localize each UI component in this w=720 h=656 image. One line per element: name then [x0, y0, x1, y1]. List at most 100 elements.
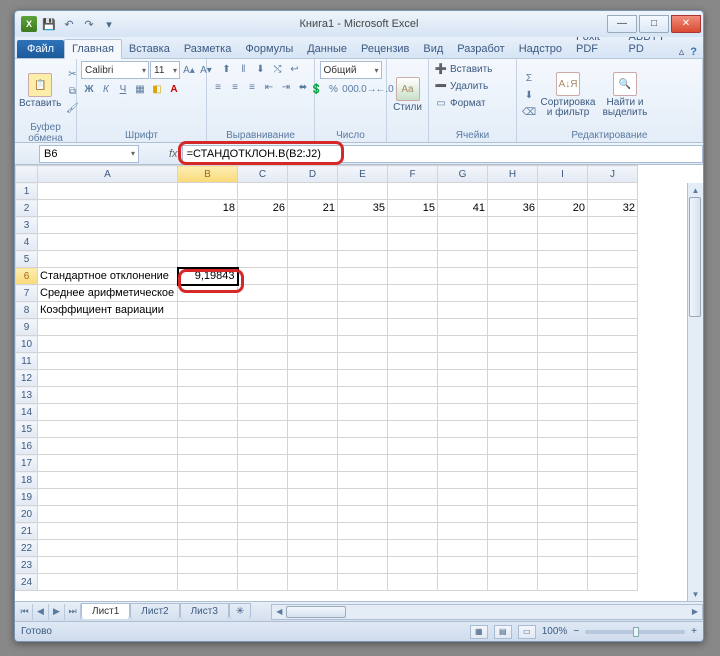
cell-B19[interactable]: [178, 489, 238, 506]
cell-I21[interactable]: [538, 523, 588, 540]
cell-B24[interactable]: [178, 574, 238, 591]
cell-A1[interactable]: [38, 183, 178, 200]
cell-E10[interactable]: [338, 336, 388, 353]
cell-C20[interactable]: [238, 506, 288, 523]
cell-G5[interactable]: [438, 251, 488, 268]
minimize-button[interactable]: —: [607, 15, 637, 33]
cell-H12[interactable]: [488, 370, 538, 387]
row-header-8[interactable]: 8: [16, 302, 38, 319]
row-header-17[interactable]: 17: [16, 455, 38, 472]
cell-G19[interactable]: [438, 489, 488, 506]
cell-H24[interactable]: [488, 574, 538, 591]
view-pagebreak-icon[interactable]: ▭: [518, 625, 536, 639]
row-header-12[interactable]: 12: [16, 370, 38, 387]
horizontal-scrollbar[interactable]: ◀ ▶: [271, 604, 703, 620]
cell-I3[interactable]: [538, 217, 588, 234]
cell-C14[interactable]: [238, 404, 288, 421]
cell-E9[interactable]: [338, 319, 388, 336]
cell-H6[interactable]: [488, 268, 538, 285]
cell-G11[interactable]: [438, 353, 488, 370]
cell-G7[interactable]: [438, 285, 488, 302]
fx-icon[interactable]: fx: [169, 148, 178, 160]
cell-G17[interactable]: [438, 455, 488, 472]
cell-C18[interactable]: [238, 472, 288, 489]
cell-A3[interactable]: [38, 217, 178, 234]
zoom-out-button[interactable]: −: [573, 626, 579, 637]
cell-F9[interactable]: [388, 319, 438, 336]
zoom-slider[interactable]: [585, 630, 685, 634]
cell-F14[interactable]: [388, 404, 438, 421]
cell-A16[interactable]: [38, 438, 178, 455]
cell-B20[interactable]: [178, 506, 238, 523]
cell-C19[interactable]: [238, 489, 288, 506]
cell-J4[interactable]: [588, 234, 638, 251]
cell-J7[interactable]: [588, 285, 638, 302]
cell-D5[interactable]: [288, 251, 338, 268]
cell-A13[interactable]: [38, 387, 178, 404]
cell-B5[interactable]: [178, 251, 238, 268]
cell-E4[interactable]: [338, 234, 388, 251]
row-header-1[interactable]: 1: [16, 183, 38, 200]
cell-E2[interactable]: 35: [338, 200, 388, 217]
cell-C24[interactable]: [238, 574, 288, 591]
cell-E1[interactable]: [338, 183, 388, 200]
percent-icon[interactable]: %: [326, 81, 342, 97]
maximize-button[interactable]: □: [639, 15, 669, 33]
row-header-20[interactable]: 20: [16, 506, 38, 523]
cell-D3[interactable]: [288, 217, 338, 234]
cell-D7[interactable]: [288, 285, 338, 302]
cell-D19[interactable]: [288, 489, 338, 506]
grow-font-icon[interactable]: A▴: [181, 62, 197, 78]
cell-A23[interactable]: [38, 557, 178, 574]
cell-F12[interactable]: [388, 370, 438, 387]
cell-G18[interactable]: [438, 472, 488, 489]
cell-D13[interactable]: [288, 387, 338, 404]
cell-J23[interactable]: [588, 557, 638, 574]
cell-H16[interactable]: [488, 438, 538, 455]
cell-A9[interactable]: [38, 319, 178, 336]
cell-G6[interactable]: [438, 268, 488, 285]
cell-J20[interactable]: [588, 506, 638, 523]
cell-J3[interactable]: [588, 217, 638, 234]
cell-I24[interactable]: [538, 574, 588, 591]
currency-icon[interactable]: 💲: [309, 81, 325, 97]
cell-E23[interactable]: [338, 557, 388, 574]
tab-addins[interactable]: Надстро: [512, 40, 569, 58]
underline-icon[interactable]: Ч: [115, 81, 131, 97]
cell-A10[interactable]: [38, 336, 178, 353]
cell-J14[interactable]: [588, 404, 638, 421]
cell-F13[interactable]: [388, 387, 438, 404]
cell-H9[interactable]: [488, 319, 538, 336]
minimize-ribbon-icon[interactable]: ▵: [679, 45, 685, 58]
tab-formulas[interactable]: Формулы: [238, 40, 300, 58]
row-header-23[interactable]: 23: [16, 557, 38, 574]
cell-A19[interactable]: [38, 489, 178, 506]
cells-format-button[interactable]: ▭Формат: [433, 95, 486, 111]
cell-H10[interactable]: [488, 336, 538, 353]
row-header-18[interactable]: 18: [16, 472, 38, 489]
cell-I5[interactable]: [538, 251, 588, 268]
cell-D6[interactable]: [288, 268, 338, 285]
cell-J12[interactable]: [588, 370, 638, 387]
tab-file[interactable]: Файл: [17, 40, 64, 58]
cell-G4[interactable]: [438, 234, 488, 251]
row-header-4[interactable]: 4: [16, 234, 38, 251]
column-header-E[interactable]: E: [338, 166, 388, 183]
cell-F1[interactable]: [388, 183, 438, 200]
column-header-F[interactable]: F: [388, 166, 438, 183]
cell-I17[interactable]: [538, 455, 588, 472]
cell-H21[interactable]: [488, 523, 538, 540]
sheet-nav-last-icon[interactable]: ⏭: [65, 604, 81, 620]
column-header-A[interactable]: A: [38, 166, 178, 183]
cell-G13[interactable]: [438, 387, 488, 404]
cell-I22[interactable]: [538, 540, 588, 557]
cell-F5[interactable]: [388, 251, 438, 268]
qat-undo-icon[interactable]: ↶: [61, 16, 77, 32]
cell-H7[interactable]: [488, 285, 538, 302]
cell-B1[interactable]: [178, 183, 238, 200]
column-header-I[interactable]: I: [538, 166, 588, 183]
cell-D2[interactable]: 21: [288, 200, 338, 217]
cell-D8[interactable]: [288, 302, 338, 319]
sheet-nav-prev-icon[interactable]: ◀: [33, 604, 49, 620]
qat-customize-icon[interactable]: ▾: [101, 16, 117, 32]
